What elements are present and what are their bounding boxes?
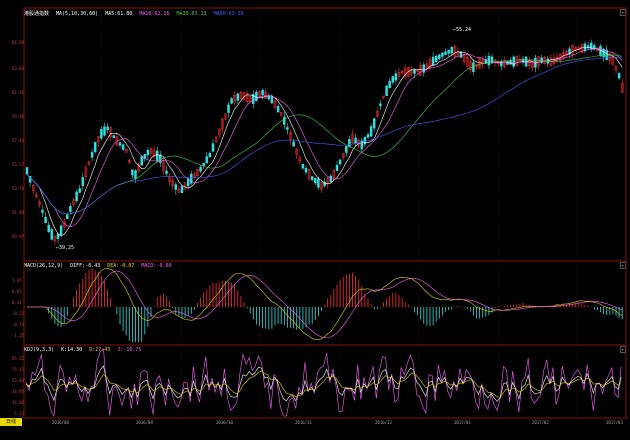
- candlestick: [304, 167, 308, 173]
- candlestick: [335, 164, 339, 172]
- candlestick: [605, 49, 608, 60]
- candlestick: [59, 225, 63, 236]
- candlestick: [131, 169, 134, 176]
- candlestick: [100, 129, 103, 139]
- candlestick: [93, 141, 97, 153]
- candlestick: [146, 149, 150, 156]
- candlestick: [81, 177, 85, 186]
- candlestick: [345, 145, 348, 153]
- candlestick: [208, 153, 212, 158]
- candlestick: [165, 170, 168, 174]
- candlestick: [112, 135, 116, 139]
- candlestick: [450, 46, 453, 54]
- candlestick: [310, 176, 314, 180]
- candlestick: [314, 178, 317, 184]
- candlestick: [47, 224, 50, 232]
- candlestick: [270, 96, 274, 104]
- candlestick: [366, 134, 370, 138]
- candlestick: [431, 56, 435, 66]
- kdj-k-line: [25, 365, 622, 402]
- candlestick: [180, 186, 184, 193]
- candlestick: [205, 156, 209, 164]
- chart-canvas: [23, 7, 627, 419]
- candlestick: [434, 56, 438, 63]
- candlestick: [438, 54, 441, 60]
- candlestick: [25, 167, 29, 175]
- macd-diff-line: [27, 268, 623, 341]
- candlestick: [385, 85, 388, 97]
- candlestick: [134, 170, 137, 179]
- candlestick: [202, 163, 205, 166]
- candlestick: [317, 178, 320, 188]
- candlestick: [267, 95, 271, 100]
- candlestick: [363, 136, 367, 145]
- candlestick: [599, 46, 602, 57]
- candlestick: [338, 159, 342, 165]
- candlestick: [301, 163, 305, 169]
- candlestick: [103, 126, 106, 136]
- candlestick: [106, 126, 109, 131]
- candlestick: [261, 89, 264, 96]
- candlestick: [354, 137, 357, 144]
- candlestick: [369, 126, 373, 137]
- candlestick: [500, 61, 503, 67]
- candlestick: [447, 49, 450, 54]
- chart-window: 港股通指数 MA(5,10,30,60) MA5:61.80 MA10:62.1…: [0, 0, 630, 440]
- candlestick: [512, 56, 515, 67]
- ma30-line: [26, 54, 623, 215]
- candlestick: [379, 103, 382, 107]
- candlestick: [174, 184, 178, 190]
- candlestick: [230, 98, 233, 104]
- candlestick: [236, 93, 240, 101]
- candlestick: [394, 73, 398, 81]
- ma10-line: [26, 48, 623, 228]
- candlestick: [199, 166, 202, 172]
- kdj-d-line: [25, 370, 622, 398]
- main-pane-border: [23, 7, 627, 262]
- candlestick: [441, 52, 444, 57]
- candlestick: [44, 216, 47, 223]
- candlestick: [391, 76, 395, 83]
- macd-pane-border: [23, 260, 627, 346]
- kdj-j-line: [25, 348, 622, 418]
- ma60-line: [26, 57, 623, 215]
- macd-dea-line: [27, 270, 623, 339]
- candlestick: [155, 150, 159, 161]
- candlestick: [276, 105, 280, 113]
- candlestick: [90, 151, 94, 158]
- candlestick: [444, 51, 447, 55]
- candlestick: [140, 155, 143, 166]
- candlestick: [283, 116, 286, 125]
- candlestick: [286, 127, 289, 130]
- candlestick: [589, 42, 593, 50]
- candlestick: [227, 104, 230, 113]
- candlestick: [388, 81, 391, 89]
- candlestick: [69, 206, 72, 212]
- candlestick: [66, 214, 69, 219]
- candlestick: [121, 144, 125, 150]
- candlestick: [372, 118, 376, 129]
- candlestick: [211, 143, 215, 152]
- candlestick: [118, 142, 122, 146]
- candlestick: [41, 209, 44, 213]
- candlestick: [617, 73, 621, 79]
- candlestick: [292, 141, 295, 147]
- candlestick: [50, 229, 54, 240]
- candlestick: [75, 191, 78, 201]
- kdj-pane-border: [23, 344, 627, 419]
- candlestick: [78, 188, 81, 193]
- candlestick: [487, 55, 491, 66]
